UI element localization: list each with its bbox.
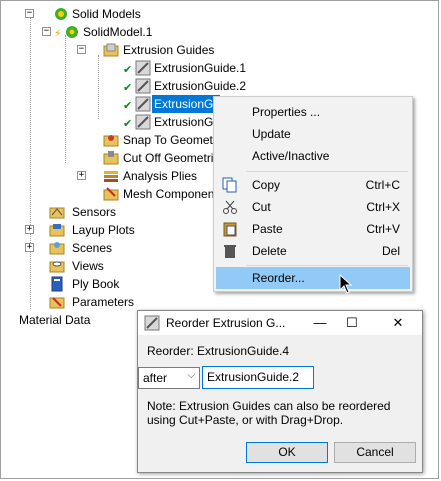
menu-shortcut: Ctrl+C (365, 178, 400, 192)
tree-label: Snap To Geometri (123, 133, 220, 147)
tree-label: ExtrusionGuide.2 (154, 79, 247, 93)
menu-label: Reorder... (252, 271, 305, 285)
ply-book-icon (51, 276, 63, 292)
layup-folder-icon (49, 224, 65, 237)
collapse-icon[interactable]: − (77, 45, 86, 54)
solid-model-icon (66, 26, 78, 38)
tree-line (98, 55, 99, 119)
menu-shortcut: Ctrl+X (366, 200, 400, 214)
tree-line (30, 15, 31, 309)
tree-label: Parameters (72, 295, 135, 309)
menu-item-copy[interactable]: Copy Ctrl+C (216, 174, 410, 196)
snap-folder-icon (103, 135, 119, 147)
menu-label: Active/Inactive (252, 149, 330, 163)
expand-icon[interactable]: + (25, 225, 34, 234)
extrusion-guide-icon (144, 315, 160, 331)
tree-line (65, 35, 66, 163)
check-icon: ✔ (123, 63, 133, 76)
menu-label: Copy (252, 178, 281, 192)
folder-icon (103, 43, 119, 57)
mouse-pointer-icon (339, 274, 353, 294)
expand-icon[interactable]: + (77, 171, 86, 180)
menu-label: Paste (252, 222, 283, 236)
tree-label: Ply Book (72, 277, 120, 291)
menu-item-cut[interactable]: Cut Ctrl+X (216, 196, 410, 218)
ok-button[interactable]: OK (246, 442, 328, 463)
reorder-label: Reorder: (147, 344, 194, 358)
collapse-icon[interactable]: − (25, 9, 34, 18)
menu-item-paste[interactable]: Paste Ctrl+V (216, 218, 410, 240)
dialog-note: Note: Extrusion Guides can also be reord… (147, 399, 391, 427)
tree-label: Material Data (19, 313, 91, 327)
target-guide-value: ExtrusionGuide.2 (207, 370, 300, 384)
tree-label: Cut Off Geometri (123, 151, 214, 165)
tree-label: Sensors (72, 205, 117, 219)
tree-label: ExtrusionGuide.1 (154, 61, 247, 75)
reorder-value: ExtrusionGuide.4 (197, 344, 290, 358)
chevron-down-icon: ⌵ (187, 370, 195, 381)
views-folder-icon (49, 261, 65, 273)
copy-icon (222, 177, 237, 193)
cutoff-folder-icon (103, 151, 119, 165)
tree-label: Analysis Plies (123, 169, 198, 183)
tree-label: Scenes (72, 241, 113, 255)
menu-separator (246, 171, 408, 172)
scissors-icon (223, 200, 237, 214)
check-icon: ✔ (123, 81, 133, 94)
tree-label: SolidModel.1 (83, 25, 153, 39)
dialog-title: Reorder Extrusion G... (166, 316, 286, 330)
extrusion-guide-icon (135, 114, 151, 130)
menu-shortcut: Del (381, 244, 400, 258)
extrusion-guide-icon (135, 60, 151, 76)
context-menu: Properties ... Update Active/Inactive Co… (213, 96, 413, 292)
menu-item-properties[interactable]: Properties ... (216, 101, 410, 123)
paste-icon (223, 222, 237, 237)
position-select[interactable]: after ⌵ (138, 367, 200, 389)
menu-item-active-inactive[interactable]: Active/Inactive (216, 145, 410, 167)
lightning-icon: ⚡ (54, 27, 62, 40)
expand-icon[interactable]: + (25, 243, 34, 252)
minimize-button[interactable]: — (306, 311, 334, 335)
menu-item-delete[interactable]: Delete Del (216, 240, 410, 262)
collapse-icon[interactable]: − (42, 27, 51, 36)
menu-item-reorder[interactable]: Reorder... (216, 267, 410, 289)
menu-item-update[interactable]: Update (216, 123, 410, 145)
menu-label: Cut (252, 200, 271, 214)
sensors-folder-icon (49, 207, 65, 219)
menu-label: Update (252, 127, 291, 141)
tree-label: Views (72, 259, 104, 273)
extrusion-guide-icon (135, 78, 151, 94)
parameters-folder-icon (49, 297, 65, 309)
maximize-button[interactable]: ☐ (338, 311, 366, 335)
scenes-folder-icon (49, 242, 65, 255)
tree-label: Layup Plots (72, 223, 135, 237)
extrusion-guide-icon (135, 96, 151, 112)
close-button[interactable]: ✕ (384, 311, 412, 335)
tree-label: Mesh Componen (123, 187, 215, 201)
menu-separator (246, 265, 408, 266)
tree-label: Extrusion Guides (123, 43, 215, 57)
check-icon: ✔ (123, 99, 133, 112)
analysis-plies-icon (104, 171, 118, 182)
menu-label: Properties ... (252, 105, 321, 119)
menu-shortcut: Ctrl+V (366, 222, 400, 236)
tree-label: Solid Models (72, 7, 141, 21)
mesh-folder-icon (103, 187, 119, 201)
reorder-dialog: Reorder Extrusion G... — ☐ ✕ Reorder: Ex… (137, 310, 423, 473)
menu-label: Delete (252, 244, 287, 258)
trash-icon (224, 245, 236, 258)
tree-label-selected: ExtrusionGui (152, 95, 220, 113)
cancel-button[interactable]: Cancel (334, 442, 416, 463)
target-guide-input[interactable]: ExtrusionGuide.2 (202, 366, 314, 389)
dialog-titlebar[interactable]: Reorder Extrusion G... — ☐ ✕ (138, 311, 422, 335)
position-select-value: after (143, 371, 168, 385)
solid-models-icon (55, 8, 67, 20)
